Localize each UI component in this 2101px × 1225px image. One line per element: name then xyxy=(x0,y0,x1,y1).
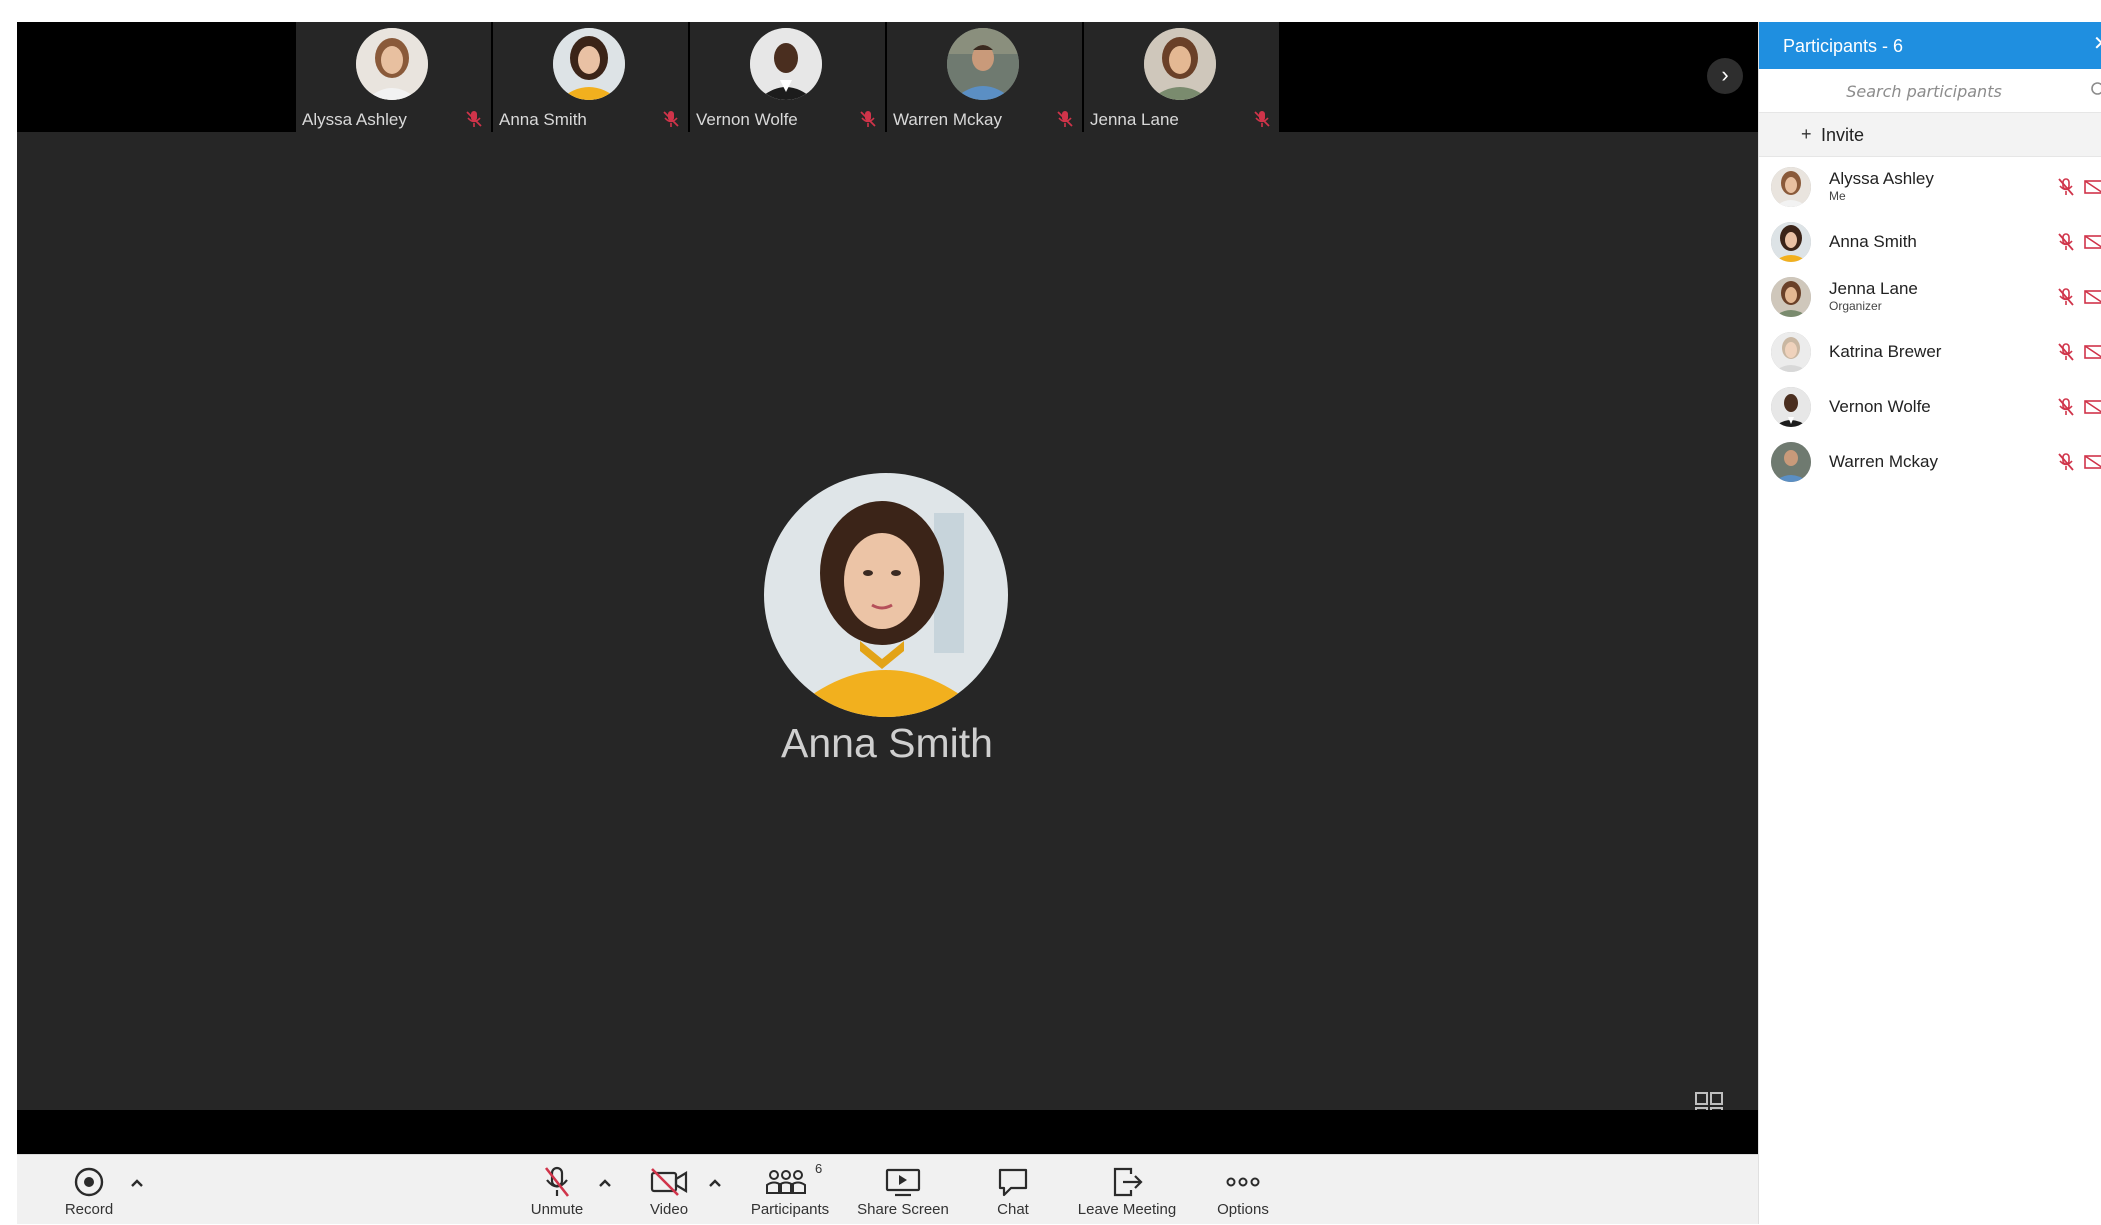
participant-search xyxy=(1759,69,2101,113)
video-button[interactable]: Video xyxy=(619,1155,719,1225)
chat-button[interactable]: Chat xyxy=(973,1155,1053,1225)
meeting-toolbar: Record Unmute Video 6 Participants Share… xyxy=(17,1154,1758,1224)
avatar xyxy=(750,28,822,100)
caret-up-icon[interactable] xyxy=(127,1173,147,1193)
participants-count: 6 xyxy=(815,1161,823,1176)
more-icon xyxy=(1226,1177,1260,1187)
video-off-icon xyxy=(2084,400,2101,414)
avatar xyxy=(947,28,1019,100)
participant-role: Organizer xyxy=(1829,299,1882,313)
participants-button[interactable]: 6 Participants xyxy=(735,1155,845,1225)
unmute-button[interactable]: Unmute xyxy=(507,1155,607,1225)
participant-row[interactable]: Vernon Wolfe xyxy=(1759,379,2101,434)
participant-name: Anna Smith xyxy=(1829,232,1917,251)
record-icon xyxy=(74,1167,104,1197)
mic-muted-icon xyxy=(663,111,679,127)
participants-panel: Participants - 6 ✕ + Invite Alyssa Ashle… xyxy=(1758,22,2101,1224)
invite-button[interactable]: + Invite xyxy=(1759,113,2101,157)
avatar xyxy=(1771,167,1811,207)
unmute-label: Unmute xyxy=(530,1201,584,1218)
participant-role: Me xyxy=(1829,189,1846,203)
video-stage: Alyssa Ashley Anna Smith Vernon Wolfe Wa… xyxy=(17,22,1758,1224)
share-screen-icon xyxy=(885,1168,921,1197)
chevron-right-icon[interactable]: › xyxy=(1707,58,1743,94)
mic-muted-icon xyxy=(2058,178,2074,196)
video-off-icon xyxy=(2084,455,2101,469)
options-button[interactable]: Options xyxy=(1193,1155,1293,1225)
video-off-icon xyxy=(650,1168,688,1196)
mic-muted-icon xyxy=(2058,343,2074,361)
mic-muted-icon xyxy=(466,111,482,127)
participants-panel-header: Participants - 6 ✕ xyxy=(1759,22,2101,69)
participant-row[interactable]: Jenna Lane Organizer xyxy=(1759,269,2101,324)
active-speaker-name: Anna Smith xyxy=(781,720,993,766)
stage-bottom-band xyxy=(17,1110,1758,1154)
video-off-icon xyxy=(2084,235,2101,249)
thumb-vernon-wolfe[interactable]: Vernon Wolfe xyxy=(690,22,885,132)
thumb-alyssa-ashley[interactable]: Alyssa Ashley xyxy=(296,22,491,132)
participant-name: Vernon Wolfe xyxy=(1829,397,1931,416)
thumb-name: Warren Mckay xyxy=(893,110,1002,129)
participant-row[interactable]: Alyssa Ashley Me xyxy=(1759,159,2101,214)
participant-name: Katrina Brewer xyxy=(1829,342,1942,361)
meeting-app: Alyssa Ashley Anna Smith Vernon Wolfe Wa… xyxy=(0,0,2101,1224)
thumb-name: Alyssa Ashley xyxy=(302,110,407,129)
plus-icon: + xyxy=(1801,124,1812,144)
invite-label: Invite xyxy=(1821,125,1865,145)
avatar xyxy=(1771,222,1811,262)
options-label: Options xyxy=(1217,1201,1269,1218)
leave-meeting-label: Leave Meeting xyxy=(1077,1201,1177,1218)
avatar xyxy=(1144,28,1216,100)
caret-up-icon[interactable] xyxy=(705,1173,725,1193)
active-speaker-avatar xyxy=(764,473,1008,717)
leave-icon xyxy=(1113,1167,1143,1197)
avatar xyxy=(553,28,625,100)
mic-muted-icon xyxy=(1057,111,1073,127)
share-screen-button[interactable]: Share Screen xyxy=(843,1155,963,1225)
video-off-icon xyxy=(2084,345,2101,359)
thumb-anna-smith[interactable]: Anna Smith xyxy=(493,22,688,132)
mic-muted-icon xyxy=(2058,398,2074,416)
panel-title: Participants - 6 xyxy=(1783,36,1904,56)
mic-muted-icon xyxy=(544,1166,570,1197)
share-screen-label: Share Screen xyxy=(857,1201,949,1218)
record-label: Record xyxy=(64,1201,114,1218)
record-button[interactable]: Record xyxy=(39,1155,139,1225)
participants-icon xyxy=(766,1170,806,1194)
thumb-warren-mckay[interactable]: Warren Mckay xyxy=(887,22,1082,132)
search-input[interactable] xyxy=(1769,75,2079,107)
participants-label: Participants xyxy=(750,1201,830,1218)
chat-icon xyxy=(998,1168,1028,1197)
search-icon[interactable] xyxy=(2090,81,2101,99)
participant-row[interactable]: Anna Smith xyxy=(1759,214,2101,269)
thumb-name: Vernon Wolfe xyxy=(696,110,798,129)
thumb-jenna-lane[interactable]: Jenna Lane xyxy=(1084,22,1279,132)
caret-up-icon[interactable] xyxy=(595,1173,615,1193)
participant-name: Alyssa Ashley xyxy=(1829,169,1934,188)
filmstrip: Alyssa Ashley Anna Smith Vernon Wolfe Wa… xyxy=(17,22,1758,132)
mic-muted-icon xyxy=(1254,111,1270,127)
video-label: Video xyxy=(649,1201,689,1218)
video-off-icon xyxy=(2084,290,2101,304)
avatar xyxy=(356,28,428,100)
participant-row[interactable]: Warren Mckay xyxy=(1759,434,2101,489)
mic-muted-icon xyxy=(2058,288,2074,306)
participant-row[interactable]: Katrina Brewer xyxy=(1759,324,2101,379)
leave-meeting-button[interactable]: Leave Meeting xyxy=(1062,1155,1192,1225)
mic-muted-icon xyxy=(860,111,876,127)
thumb-name: Anna Smith xyxy=(499,110,587,129)
chat-label: Chat xyxy=(997,1201,1029,1218)
mic-muted-icon xyxy=(2058,233,2074,251)
avatar xyxy=(1771,387,1811,427)
participant-name: Warren Mckay xyxy=(1829,452,1938,471)
thumb-name: Jenna Lane xyxy=(1090,110,1179,129)
video-off-icon xyxy=(2084,180,2101,194)
avatar xyxy=(1771,442,1811,482)
avatar xyxy=(1771,332,1811,372)
avatar xyxy=(1771,277,1811,317)
close-icon[interactable]: ✕ xyxy=(2093,33,2101,55)
participant-name: Jenna Lane xyxy=(1829,279,1918,298)
mic-muted-icon xyxy=(2058,453,2074,471)
